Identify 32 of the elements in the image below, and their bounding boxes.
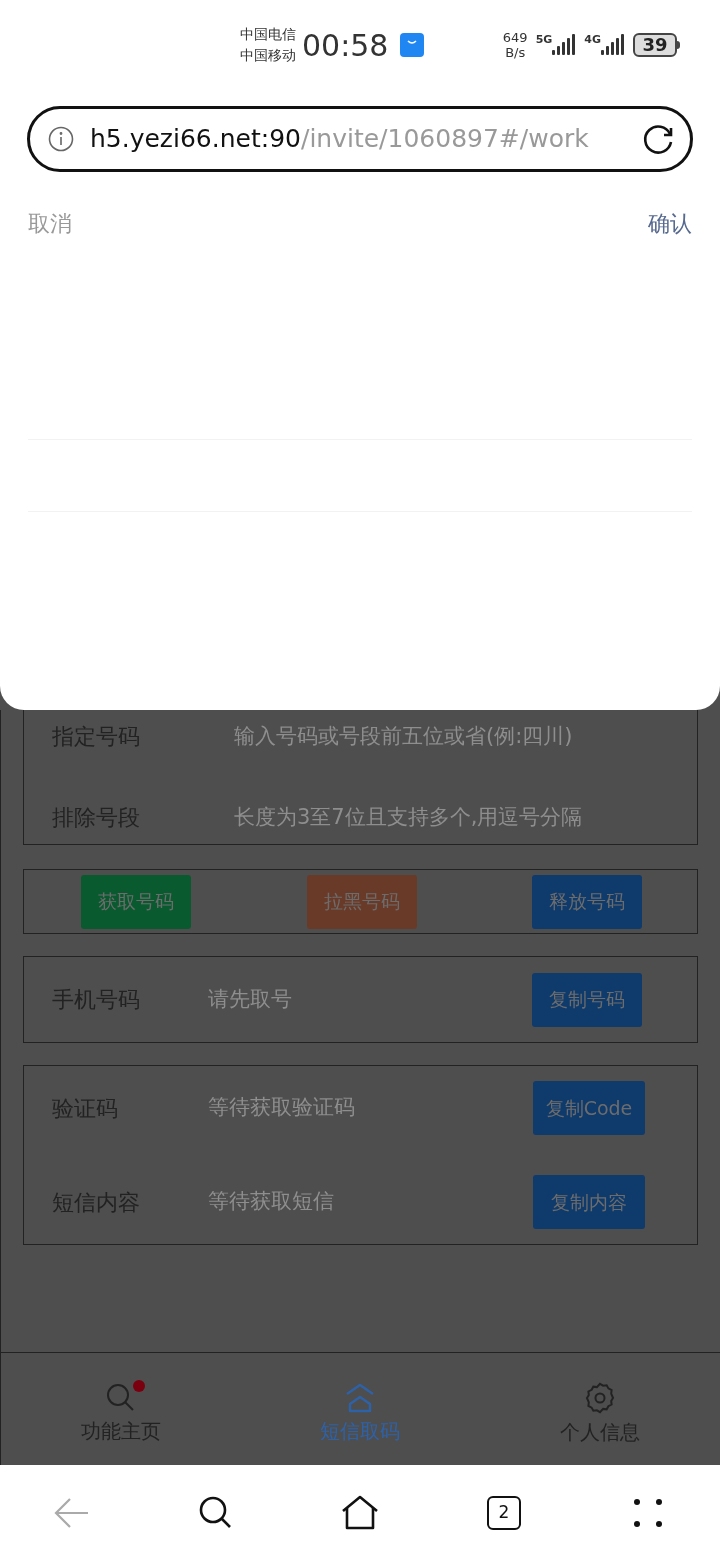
input-field[interactable]: 输入号码或号段前五位或省(例:四川) — [234, 720, 669, 753]
network-type: 5G — [535, 31, 553, 48]
page-url: h5.yezi66.net:90/invite/1060897#/work — [90, 123, 589, 156]
carrier-name: 中国电信 — [240, 25, 296, 44]
copy-button[interactable]: 复制内容 — [533, 1175, 645, 1229]
message-field[interactable]: 等待获取短信 — [208, 1186, 508, 1218]
copy-button[interactable]: 复制号码 — [532, 972, 642, 1027]
clock: 00:58 — [302, 26, 389, 65]
search-icon[interactable] — [199, 1495, 233, 1530]
action-button[interactable]: 释放号码 — [532, 874, 642, 929]
network-type: 4G — [584, 31, 601, 48]
more-icon[interactable] — [633, 1497, 663, 1528]
cancel-button[interactable]: 取消 — [28, 206, 72, 240]
input-field[interactable]: 长度为3至7位且支持多个,用逗号分隔 — [234, 801, 669, 834]
tabs-button[interactable]: 2 — [487, 1495, 521, 1530]
signal-icon — [601, 34, 625, 56]
home-icon[interactable] — [341, 1494, 379, 1531]
info-icon — [48, 126, 74, 152]
signal-icon — [552, 34, 577, 56]
action-button[interactable]: 拉黑号码 — [306, 874, 417, 929]
copy-button[interactable]: 复制Code — [533, 1081, 645, 1135]
message-field[interactable]: 等待获取验证码 — [208, 1092, 508, 1124]
network-speed: 649 — [502, 30, 528, 45]
shopping-bag-icon — [400, 33, 425, 57]
carrier-name: 中国移动 — [240, 46, 296, 65]
network-speed: B/s — [505, 45, 526, 60]
action-button[interactable]: 获取号码 — [81, 874, 191, 929]
address-bar[interactable]: h5.yezi66.net:90/invite/1060897#/work — [27, 106, 693, 172]
battery-level: 39 — [633, 33, 677, 57]
tab-item[interactable]: 短信取码 — [240, 1372, 481, 1446]
confirm-button[interactable]: 确认 — [648, 206, 692, 240]
phone-number-field[interactable]: 请先取号 — [208, 983, 508, 1016]
